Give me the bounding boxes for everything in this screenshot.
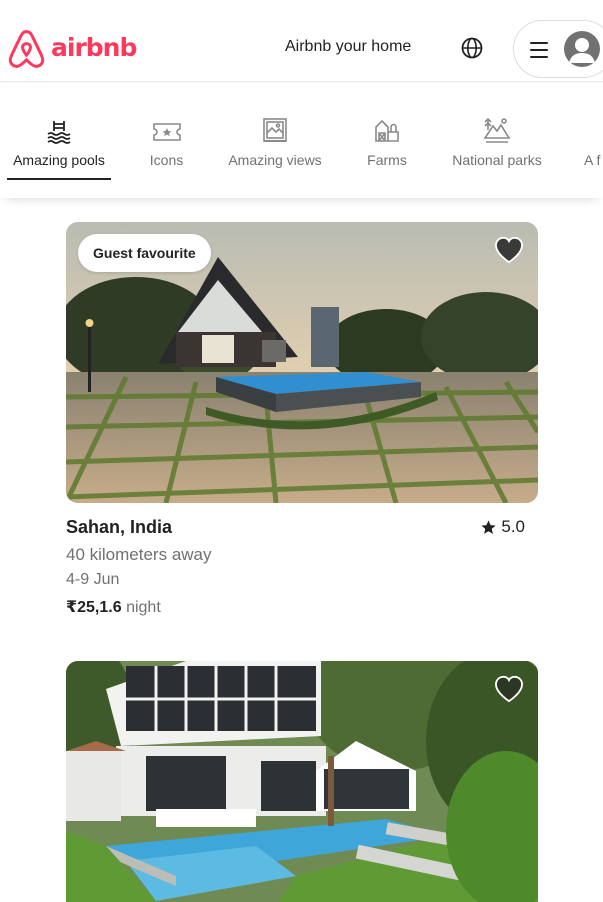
rating-value: 5.0: [501, 517, 525, 536]
category-farms[interactable]: Farms: [364, 114, 410, 168]
guest-favourite-badge: Guest favourite: [78, 234, 211, 272]
category-label: Icons: [149, 152, 184, 168]
barn-icon: [364, 114, 410, 144]
heart-icon[interactable]: [494, 236, 524, 264]
category-icons[interactable]: Icons: [145, 114, 188, 168]
category-label: A f: [584, 152, 601, 168]
listing-price: ₹25,1.6 night: [66, 597, 161, 617]
modern-villa-with-pool-photo[interactable]: [66, 661, 538, 902]
listing-rating: 5.0: [480, 517, 525, 537]
brand-wordmark: airbnb: [51, 33, 137, 62]
listing-dates: 4-9 Jun: [66, 571, 120, 588]
category-amazing-views[interactable]: Amazing views: [222, 114, 328, 168]
listing-card[interactable]: [66, 661, 538, 902]
airbnb-your-home-link[interactable]: Airbnb your home: [285, 38, 411, 56]
pool-icon: [7, 114, 111, 144]
globe-icon[interactable]: [461, 37, 483, 59]
listing-distance: 40 kilometers away: [66, 545, 212, 564]
category-label: National parks: [452, 152, 542, 168]
mountain-park-icon: [445, 114, 549, 144]
ticket-icon: [145, 114, 188, 144]
category-national-parks[interactable]: National parks: [445, 114, 549, 168]
active-tab-underline: [7, 178, 111, 180]
a-frame-house-with-pool-photo[interactable]: Guest favourite: [66, 222, 538, 503]
user-menu-button[interactable]: [513, 20, 603, 78]
listing-location: Sahan, India: [66, 517, 173, 537]
star-icon: [481, 519, 496, 534]
category-label: Amazing views: [228, 152, 322, 168]
category-amazing-pools[interactable]: Amazing pools: [7, 114, 111, 180]
airbnb-logo[interactable]: airbnb: [8, 29, 137, 69]
listing-card[interactable]: Guest favourite Sahan, India 5.0 40 kilo…: [66, 222, 538, 623]
category-label: Farms: [367, 152, 407, 168]
price-amount: ₹25,1.6: [66, 599, 122, 616]
heart-icon[interactable]: [494, 675, 524, 703]
category-label: Amazing pools: [13, 152, 105, 168]
top-header: airbnb Airbnb your home: [0, 0, 603, 82]
price-unit: night: [126, 599, 161, 616]
listing-info: Sahan, India 5.0 40 kilometers away 4-9 …: [66, 503, 538, 623]
airbnb-belo-icon: [8, 30, 45, 68]
landscape-frame-icon: [222, 114, 328, 144]
hamburger-icon: [530, 42, 548, 58]
user-avatar-icon: [564, 31, 600, 67]
category-next[interactable]: A f: [584, 114, 603, 168]
category-bar: Amazing pools Icons Amazing views Farms …: [0, 82, 603, 198]
